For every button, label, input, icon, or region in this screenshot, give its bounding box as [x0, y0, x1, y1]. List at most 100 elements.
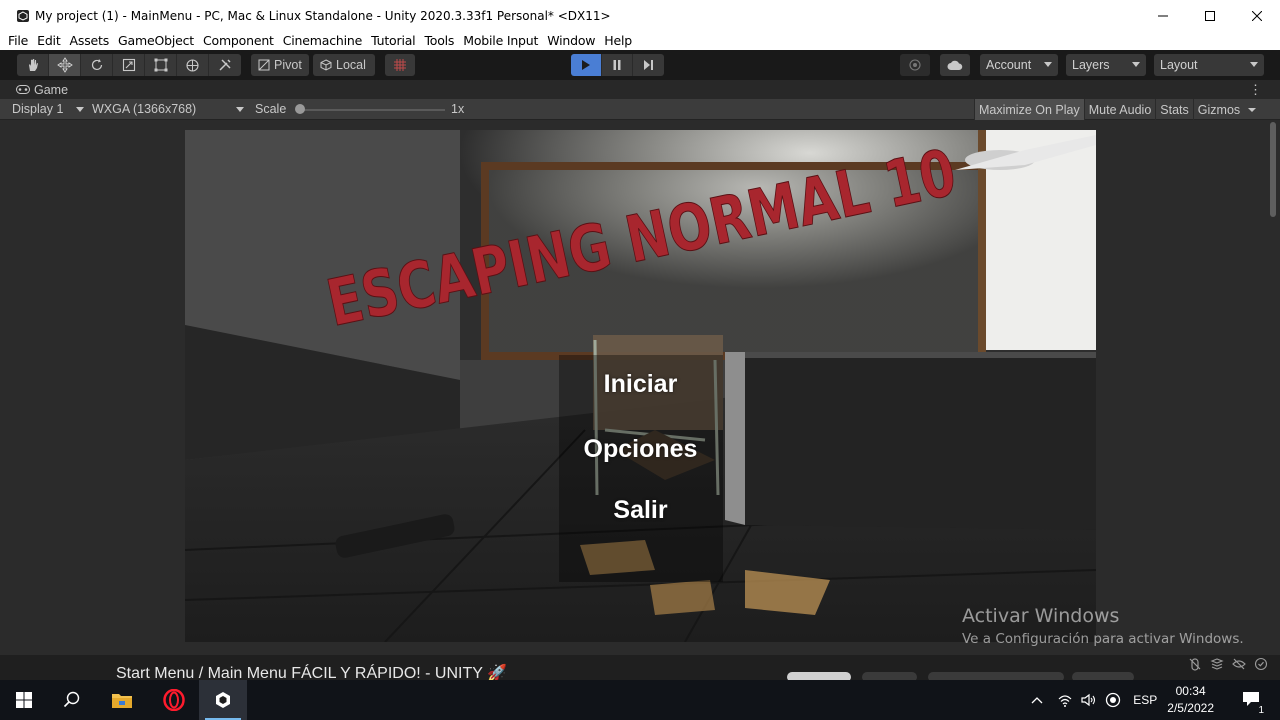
- playback-controls: [571, 54, 664, 76]
- clock-time: 00:34: [1175, 684, 1206, 698]
- salir-button[interactable]: Salir: [185, 496, 1096, 525]
- pause-button[interactable]: [602, 54, 633, 76]
- eye-off-icon[interactable]: [1232, 657, 1246, 671]
- game-view-toggles: Maximize On Play Mute Audio Stats Gizmos: [974, 99, 1262, 120]
- search-icon: [63, 691, 80, 708]
- viewport-scrollbar[interactable]: [1270, 122, 1276, 217]
- stats-toggle[interactable]: Stats: [1155, 99, 1193, 120]
- transform-tools: [17, 54, 241, 76]
- file-explorer-button[interactable]: [98, 680, 146, 720]
- menu-cinemachine[interactable]: Cinemachine: [283, 33, 363, 48]
- layers-dropdown[interactable]: Layers: [1066, 54, 1146, 76]
- game-tab-bar: Game: [0, 80, 1280, 99]
- tab-menu-kebab-icon[interactable]: ⋮: [1249, 82, 1262, 98]
- mute-audio-toggle[interactable]: Mute Audio: [1083, 99, 1156, 120]
- check-circle-icon[interactable]: [1254, 657, 1268, 671]
- search-button[interactable]: [48, 680, 96, 720]
- gizmos-toggle[interactable]: Gizmos: [1192, 99, 1262, 120]
- window-title: My project (1) - MainMenu - PC, Mac & Li…: [35, 8, 611, 23]
- window-title-bar: My project (1) - MainMenu - PC, Mac & Li…: [0, 0, 1280, 31]
- maximize-icon: [1204, 10, 1215, 21]
- maximize-button[interactable]: [1186, 0, 1233, 31]
- language-indicator[interactable]: ESP: [1133, 693, 1157, 707]
- chevron-down-icon: [1250, 62, 1258, 67]
- rotate-tool-icon[interactable]: [81, 54, 113, 76]
- maximize-on-play-toggle[interactable]: Maximize On Play: [974, 99, 1084, 120]
- local-cube-icon: [320, 59, 332, 71]
- rect-tool-icon[interactable]: [145, 54, 177, 76]
- video-control-pill[interactable]: [862, 672, 917, 680]
- minimize-button[interactable]: [1139, 0, 1186, 31]
- step-icon: [644, 60, 653, 70]
- pivot-toggle-button[interactable]: Pivot: [251, 54, 309, 76]
- step-button[interactable]: [633, 54, 664, 76]
- menu-edit[interactable]: Edit: [37, 33, 61, 48]
- grid-snap-button[interactable]: [385, 54, 415, 76]
- play-button[interactable]: [571, 54, 602, 76]
- activate-windows-title: Activar Windows: [962, 605, 1120, 627]
- gamepad-icon: [16, 85, 30, 94]
- account-dropdown[interactable]: Account: [980, 54, 1058, 76]
- layout-dropdown[interactable]: Layout: [1154, 54, 1264, 76]
- game-render: ESCAPING NORMAL 10 Iniciar Opciones Sali…: [185, 130, 1096, 642]
- menu-tools[interactable]: Tools: [424, 33, 454, 48]
- layers-stack-icon[interactable]: [1210, 657, 1224, 671]
- play-icon: [582, 60, 590, 70]
- menu-component[interactable]: Component: [203, 33, 274, 48]
- collab-button[interactable]: [900, 54, 930, 76]
- account-label: Account: [986, 58, 1032, 72]
- menu-window[interactable]: Window: [547, 33, 595, 48]
- menu-help[interactable]: Help: [604, 33, 632, 48]
- chevron-down-icon: [76, 107, 84, 112]
- video-control-pill[interactable]: [787, 672, 851, 680]
- opciones-button[interactable]: Opciones: [185, 435, 1096, 464]
- local-label: Local: [336, 58, 366, 72]
- clock[interactable]: 00:34 2/5/2022: [1167, 683, 1214, 717]
- layers-label: Layers: [1072, 58, 1110, 72]
- wifi-icon[interactable]: [1057, 693, 1073, 707]
- chevron-down-icon: [1044, 62, 1052, 67]
- opera-browser-button[interactable]: [150, 680, 198, 720]
- close-icon: [1251, 10, 1262, 21]
- iniciar-button[interactable]: Iniciar: [185, 370, 1096, 399]
- chevron-up-icon[interactable]: [1031, 696, 1043, 704]
- video-control-pill[interactable]: [1072, 672, 1134, 680]
- custom-tool-icon[interactable]: [209, 54, 241, 76]
- unity-icon: [216, 692, 230, 708]
- notification-center-button[interactable]: 1: [1242, 691, 1266, 716]
- bottom-strip: Start Menu / Main Menu FÁCIL Y RÁPIDO! -…: [0, 655, 1280, 680]
- start-button[interactable]: [0, 680, 48, 720]
- cloud-icon: [947, 60, 963, 70]
- transform-tool-icon[interactable]: [177, 54, 209, 76]
- menu-assets[interactable]: Assets: [70, 33, 110, 48]
- opera-icon: [163, 689, 185, 711]
- clock-date: 2/5/2022: [1167, 701, 1214, 715]
- move-tool-icon[interactable]: [49, 54, 81, 76]
- volume-icon[interactable]: [1081, 693, 1097, 707]
- scale-label: Scale: [255, 102, 287, 116]
- menu-tutorial[interactable]: Tutorial: [371, 33, 416, 48]
- menu-bar: File Edit Assets GameObject Component Ci…: [0, 31, 1280, 50]
- display-dropdown[interactable]: Display 1: [12, 102, 63, 116]
- video-control-pill[interactable]: [928, 672, 1064, 680]
- close-button[interactable]: [1233, 0, 1280, 31]
- local-toggle-button[interactable]: Local: [313, 54, 375, 76]
- menu-gameobject[interactable]: GameObject: [118, 33, 194, 48]
- scale-slider-track[interactable]: [300, 109, 445, 111]
- menu-mobile-input[interactable]: Mobile Input: [463, 33, 538, 48]
- pause-icon: [613, 60, 621, 70]
- chevron-down-icon: [236, 107, 244, 112]
- cloud-button[interactable]: [940, 54, 970, 76]
- resolution-dropdown[interactable]: WXGA (1366x768): [92, 102, 196, 116]
- menu-file[interactable]: File: [8, 33, 28, 48]
- debug-icon[interactable]: [1188, 657, 1202, 671]
- folder-icon: [112, 694, 132, 708]
- scale-tool-icon[interactable]: [113, 54, 145, 76]
- hand-tool-icon[interactable]: [17, 54, 49, 76]
- unity-taskbar-button[interactable]: [199, 680, 247, 720]
- windows-logo-icon: [16, 692, 32, 708]
- tab-game[interactable]: Game: [16, 83, 68, 97]
- record-icon[interactable]: [1105, 692, 1121, 708]
- activate-windows-watermark: Activar Windows Ve a Configuración para …: [962, 605, 1244, 647]
- scale-slider-thumb[interactable]: [295, 104, 305, 114]
